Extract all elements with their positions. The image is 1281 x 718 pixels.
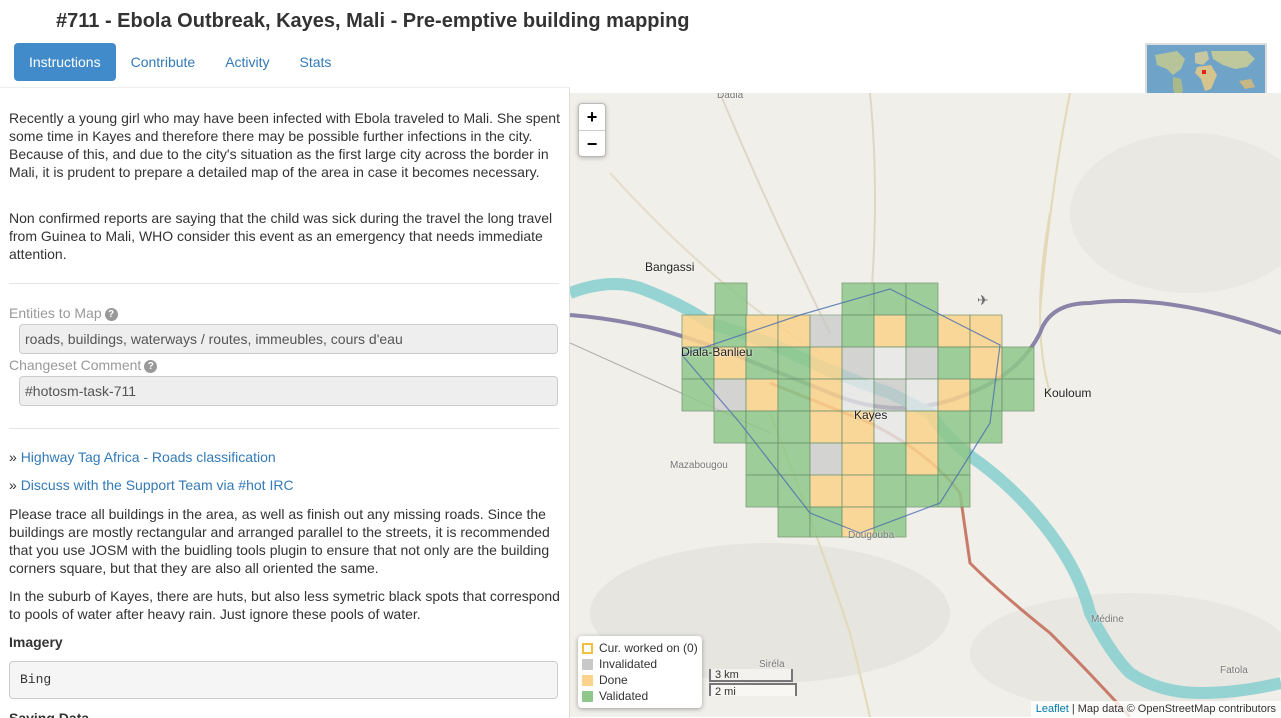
place-label: Dougouba	[848, 530, 895, 541]
legend-label: Cur. worked on (0)	[599, 641, 698, 655]
task-map[interactable]: ✈ Dadia Bangassi Diala-Banlieu Kayes Kou…	[570, 93, 1281, 717]
page-title: #711 - Ebola Outbreak, Kayes, Mali - Pre…	[56, 10, 690, 32]
tab-contribute[interactable]: Contribute	[116, 43, 211, 81]
map-legend: Cur. worked on (0) Invalidated Done Vali…	[578, 636, 702, 708]
airport-icon: ✈	[977, 292, 989, 308]
legend-swatch	[582, 642, 593, 654]
legend-label: Invalidated	[599, 657, 658, 671]
entities-field[interactable]: roads, buildings, waterways / routes, im…	[19, 324, 558, 354]
changeset-comment-field[interactable]: #hotosm-task-711	[19, 376, 558, 406]
legend-swatch	[582, 658, 593, 670]
instructions-panel: Recently a young girl who may have been …	[0, 87, 570, 718]
link-bullet: »	[9, 477, 17, 493]
imagery-value: Bing	[9, 661, 558, 699]
imagery-heading: Imagery	[9, 634, 63, 650]
link-item: » Discuss with the Support Team via #hot…	[9, 477, 294, 493]
legend-label: Done	[599, 673, 628, 687]
place-label: Médine	[1091, 614, 1124, 625]
highway-tag-link[interactable]: Highway Tag Africa - Roads classificatio…	[21, 449, 276, 465]
question-circle-icon[interactable]: ?	[144, 360, 158, 373]
link-bullet: »	[9, 449, 17, 465]
scale-imperial: 2 mi	[709, 683, 797, 698]
changeset-label: Changeset Comment?	[9, 357, 158, 373]
description-paragraph-1: Recently a young girl who may have been …	[9, 110, 560, 180]
legend-item: Cur. worked on (0)	[582, 640, 698, 656]
description-paragraph-2: Non confirmed reports are saying that th…	[9, 210, 553, 262]
divider	[9, 283, 559, 284]
place-label: Diala-Banlieu	[681, 345, 753, 359]
tab-instructions[interactable]: Instructions	[14, 43, 116, 81]
legend-label: Validated	[599, 689, 649, 703]
place-label: Kouloum	[1044, 386, 1092, 400]
changeset-label-text: Changeset Comment	[9, 357, 142, 373]
entities-label-text: Entities to Map	[9, 305, 102, 321]
zoom-out-button[interactable]: −	[579, 130, 605, 157]
legend-swatch	[582, 674, 593, 686]
legend-item: Validated	[582, 688, 698, 704]
legend-item: Invalidated	[582, 656, 698, 672]
instructions-paragraph-2: In the suburb of Kayes, there are huts, …	[9, 588, 560, 622]
tab-stats[interactable]: Stats	[285, 43, 347, 81]
place-label: Mazabougou	[670, 460, 728, 471]
entities-label: Entities to Map?	[9, 305, 118, 321]
place-label: Bangassi	[645, 260, 695, 274]
attribution-text: | Map data © OpenStreetMap contributors	[1071, 703, 1276, 715]
instructions-paragraph-1: Please trace all buildings in the area, …	[9, 506, 550, 576]
tab-bar: Instructions Contribute Activity Stats	[14, 43, 346, 81]
scale-metric: 3 km	[709, 669, 793, 682]
zoom-in-button[interactable]: +	[579, 104, 605, 130]
minimap-location-marker	[1202, 70, 1206, 74]
leaflet-link[interactable]: Leaflet	[1036, 703, 1069, 715]
tab-activity[interactable]: Activity	[210, 43, 284, 81]
legend-swatch	[582, 690, 593, 702]
legend-item: Done	[582, 672, 698, 688]
map-scale: 3 km 2 mi	[709, 669, 797, 698]
map-attribution: Leaflet | Map data © OpenStreetMap contr…	[1030, 701, 1281, 717]
map-canvas: ✈	[570, 93, 1281, 717]
support-irc-link[interactable]: Discuss with the Support Team via #hot I…	[21, 477, 294, 493]
zoom-control: + −	[578, 103, 606, 157]
place-label: Kayes	[854, 408, 888, 422]
question-circle-icon[interactable]: ?	[104, 308, 118, 321]
place-label: Dadia	[717, 93, 744, 101]
place-label: Fatola	[1220, 665, 1248, 676]
link-item: » Highway Tag Africa - Roads classificat…	[9, 449, 276, 465]
divider	[9, 428, 559, 429]
